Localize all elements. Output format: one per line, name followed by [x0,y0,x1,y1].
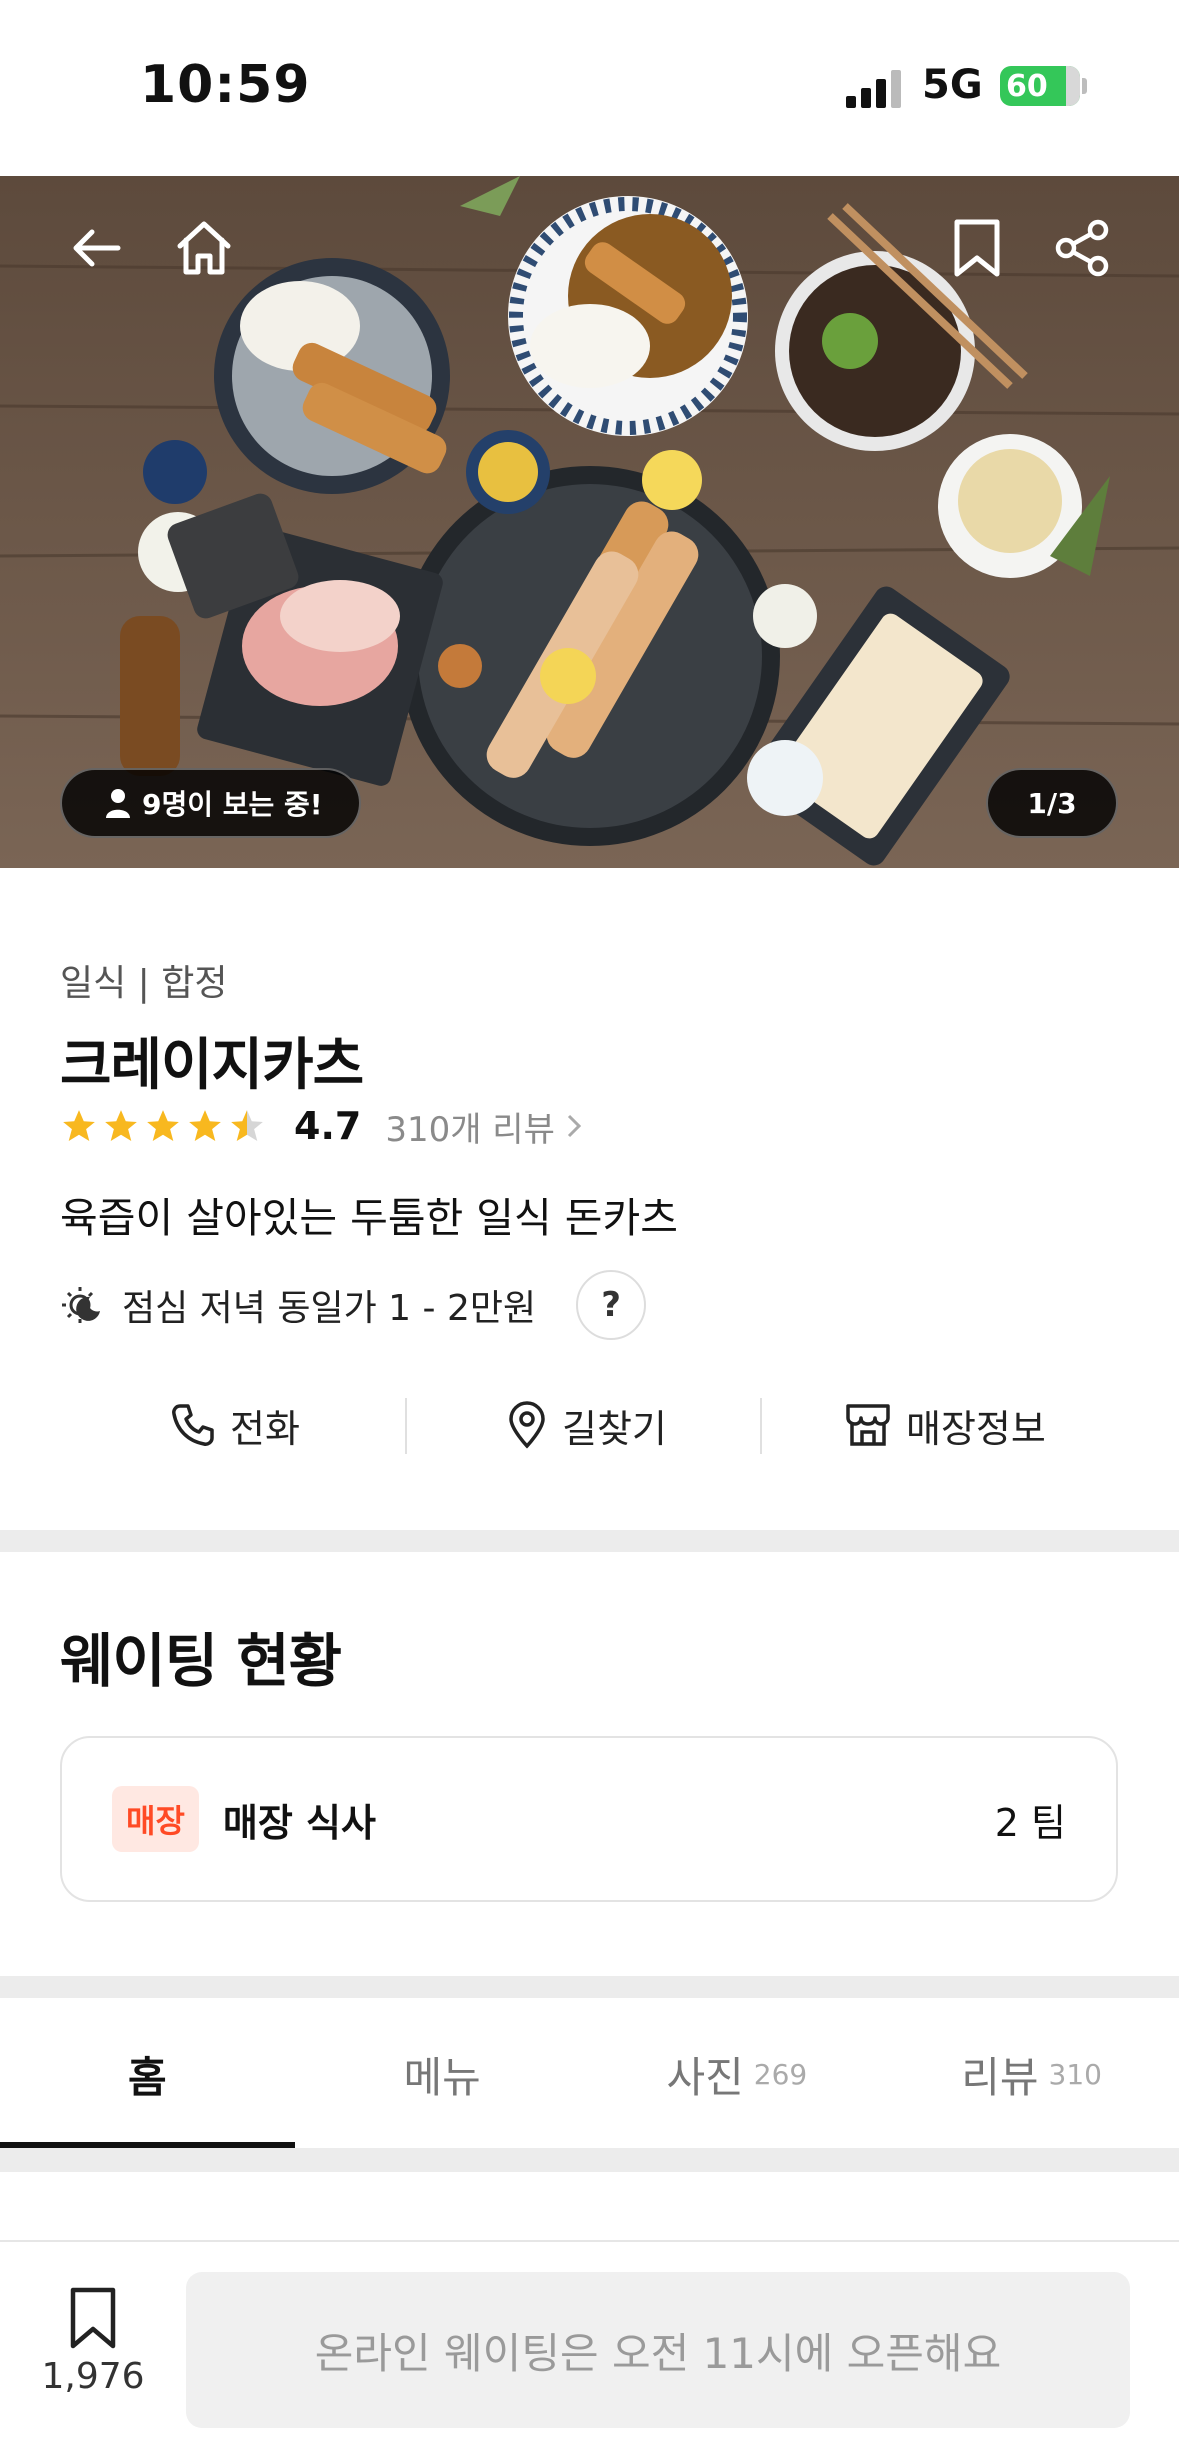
store-photo-carousel[interactable]: 9명이 보는 중! 1/3 [0,176,1179,868]
waiting-status-title: 웨이팅 현황 [60,1627,342,1695]
section-divider [0,2148,1179,2172]
battery-level: 60 [1006,68,1048,104]
directions-label: 길찾기 [562,1406,667,1451]
map-pin-icon [509,1401,545,1449]
viewers-badge: 9명이 보는 중! [60,768,361,838]
half-star-icon [231,1110,263,1142]
tab-bar: 홈 메뉴 사진 269 리뷰 310 [0,2000,1179,2148]
signal-icon [846,70,901,108]
online-waiting-button[interactable]: 온라인 웨이팅은 오전 11시에 오픈해요 [186,2272,1130,2428]
tab-reviews-label: 리뷰 [961,2052,1039,2102]
call-button[interactable]: 전화 [170,1390,300,1460]
viewers-text: 9명이 보는 중! [142,788,323,821]
directions-button[interactable]: 길찾기 [506,1390,667,1460]
store-name: 크레이지카츠 [60,1033,364,1098]
star-icon [147,1110,179,1142]
waiting-label: 매장 식사 [222,1800,376,1845]
price-info: 점심 저녁 동일가 1 - 2만원 [122,1288,537,1329]
person-icon [106,789,130,818]
share-icon [1055,219,1109,277]
store-description: 육즙이 살아있는 두툼한 일식 돈카츠 [60,1194,678,1242]
star-icon [105,1110,137,1142]
review-link[interactable]: 310개 리뷰 [385,1102,581,1151]
rating-row: 4.7 310개 리뷰 [60,1098,581,1154]
store-icon [846,1404,890,1446]
tab-home[interactable]: 홈 [0,2000,295,2148]
star-rating [60,1107,266,1145]
bookmark-icon [954,219,1000,277]
bottom-action-bar: 1,976 온라인 웨이팅은 오전 11시에 오픈해요 [0,2240,1179,2440]
store-info-button[interactable]: 매장정보 [844,1390,1046,1460]
store-category: 일식 | 합정 [60,963,228,1004]
tab-menu-label: 메뉴 [403,2052,481,2102]
tab-photos-count: 269 [753,2057,808,2091]
chevron-right-icon [567,1114,581,1138]
call-label: 전화 [230,1406,300,1451]
share-button[interactable] [1046,212,1118,284]
status-bar: 10:59 5G 60 [0,0,1179,176]
back-arrow-icon [73,229,121,267]
phone-icon [172,1404,214,1446]
waiting-team-count: 2 팀 [994,1800,1066,1845]
photo-page-indicator: 1/3 [986,768,1118,838]
tab-home-label: 홈 [128,2052,167,2102]
save-button[interactable]: 1,976 [40,2286,146,2397]
star-icon [189,1110,221,1142]
waiting-card: 매장 매장 식사 2 팀 [60,1736,1118,1902]
section-divider [0,1976,1179,1998]
tab-photos-label: 사진 [666,2052,744,2102]
bookmark-button[interactable] [941,212,1013,284]
home-button[interactable] [168,212,240,284]
save-count: 1,976 [41,2356,145,2397]
bookmark-icon [70,2287,116,2349]
star-icon [63,1110,95,1142]
review-link-label: 310개 리뷰 [385,1109,555,1150]
day-night-icon [62,1287,100,1323]
rating-score: 4.7 [294,1104,362,1148]
back-button[interactable] [60,212,132,284]
battery-icon: 60 [1000,66,1080,106]
store-info-label: 매장정보 [906,1406,1046,1451]
section-divider [0,1530,1179,1552]
price-row: 점심 저녁 동일가 1 - 2만원 ? [60,1270,647,1340]
network-type: 5G [922,62,983,108]
tab-reviews[interactable]: 리뷰 310 [884,2000,1179,2148]
tab-reviews-count: 310 [1048,2057,1102,2091]
tab-menu[interactable]: 메뉴 [295,2000,590,2148]
home-icon [177,221,231,275]
tab-photos[interactable]: 사진 269 [590,2000,885,2148]
status-time: 10:59 [140,55,311,115]
action-row: 전화 길찾기 매장정보 [0,1390,1179,1460]
dine-in-badge: 매장 [112,1786,199,1852]
price-help-button[interactable]: ? [576,1270,647,1340]
